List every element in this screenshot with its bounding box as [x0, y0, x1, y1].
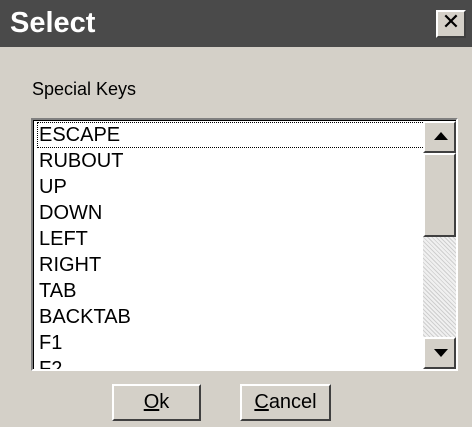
special-keys-listbox[interactable]: ESCAPE RUBOUT UP DOWN LEFT RIGHT TAB BAC…: [31, 118, 458, 371]
cancel-button[interactable]: Cancel: [240, 384, 331, 421]
dialog-title: Select: [10, 7, 96, 39]
arrow-up-icon: [434, 132, 448, 140]
list-item[interactable]: TAB: [37, 278, 427, 304]
ok-mnemonic: O: [143, 391, 160, 413]
ok-label-rest: k: [159, 391, 170, 413]
cancel-label-rest: ancel: [268, 391, 317, 413]
list-item[interactable]: RIGHT: [37, 252, 427, 278]
list-item[interactable]: F1: [37, 330, 427, 356]
arrow-down-icon: [434, 349, 448, 357]
ok-button[interactable]: Ok: [112, 384, 201, 421]
cancel-mnemonic: C: [254, 391, 269, 413]
list-item[interactable]: LEFT: [37, 226, 427, 252]
special-keys-label: Special Keys: [32, 79, 137, 99]
list-item[interactable]: ESCAPE: [37, 122, 427, 148]
list-item[interactable]: UP: [37, 174, 427, 200]
close-icon: ✕: [441, 10, 461, 35]
listbox-inner: ESCAPE RUBOUT UP DOWN LEFT RIGHT TAB BAC…: [33, 120, 456, 369]
list-item[interactable]: RUBOUT: [37, 148, 427, 174]
list-items: ESCAPE RUBOUT UP DOWN LEFT RIGHT TAB BAC…: [37, 122, 427, 369]
list-item[interactable]: BACKTAB: [37, 304, 427, 330]
list-item[interactable]: DOWN: [37, 200, 427, 226]
title-bar[interactable]: Select ✕: [0, 0, 472, 47]
close-button[interactable]: ✕: [436, 10, 466, 38]
scroll-up-button[interactable]: [423, 121, 456, 153]
scroll-thumb[interactable]: [423, 153, 456, 237]
vertical-scrollbar[interactable]: [423, 121, 456, 369]
list-item[interactable]: F2: [37, 356, 427, 369]
select-dialog: Select ✕ Special Keys ESCAPE RUBOUT UP D…: [0, 0, 472, 427]
scroll-down-button[interactable]: [423, 337, 456, 369]
